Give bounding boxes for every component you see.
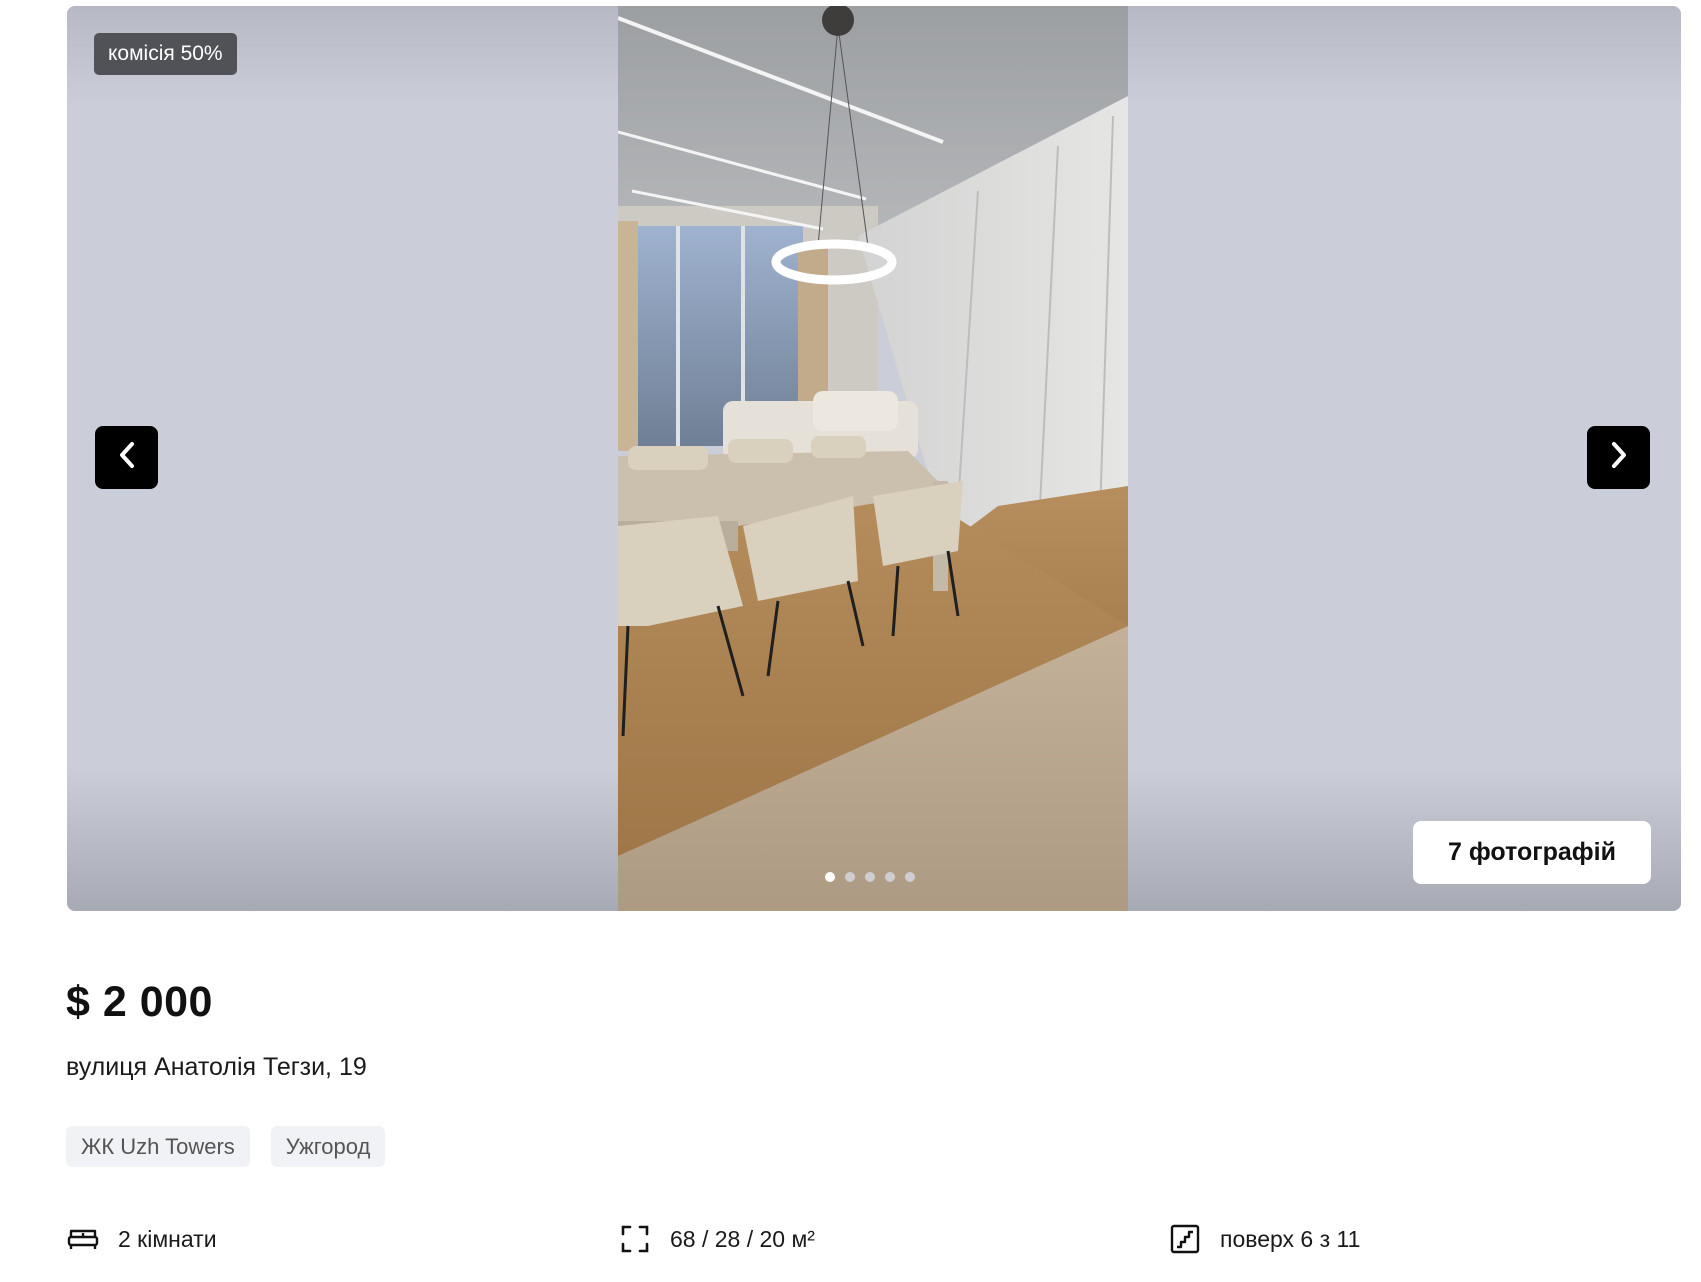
pagination-dot[interactable] [885,872,895,882]
listing-address: вулиця Анатолія Тегзи, 19 [66,1053,367,1081]
pagination-dot[interactable] [865,872,875,882]
pagination-dot[interactable] [825,872,835,882]
chevron-right-icon [1608,441,1630,474]
feature-area: 68 / 28 / 20 м² [618,1222,815,1256]
bed-icon [66,1222,100,1256]
area-text: 68 / 28 / 20 м² [670,1225,815,1252]
listing-tags: ЖК Uzh Towers Ужгород [66,1126,386,1167]
feature-rooms: 2 кімнати [66,1222,217,1256]
tag-residential-complex[interactable]: ЖК Uzh Towers [66,1126,250,1167]
area-icon [618,1222,652,1256]
pagination-dot[interactable] [905,872,915,882]
chevron-left-icon [116,441,138,474]
listing-price: $ 2 000 [66,978,213,1026]
next-photo-button[interactable] [1587,426,1650,489]
gallery-pagination-dots [825,872,915,882]
floor-text: поверх 6 з 11 [1220,1225,1361,1252]
all-photos-button[interactable]: 7 фотографій [1413,821,1651,884]
stairs-icon [1168,1222,1202,1256]
feature-floor: поверх 6 з 11 [1168,1222,1360,1256]
rooms-text: 2 кімнати [118,1225,217,1252]
previous-photo-button[interactable] [95,426,158,489]
tag-city[interactable]: Ужгород [270,1126,386,1167]
photo-gallery[interactable]: комісія 50% 7 фотографій [67,6,1681,911]
pagination-dot[interactable] [845,872,855,882]
commission-badge: комісія 50% [94,33,237,75]
listing-photo[interactable] [618,6,1128,911]
